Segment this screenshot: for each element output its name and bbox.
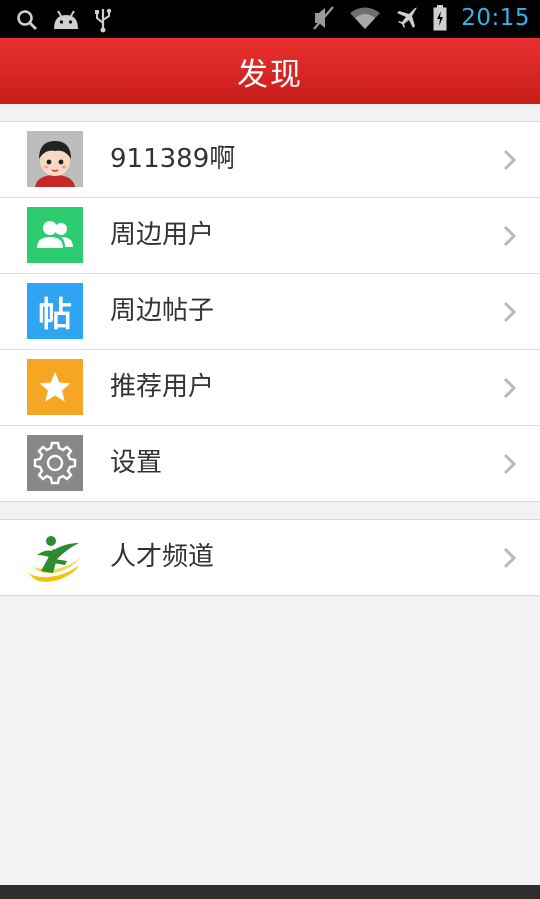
airplane-mode-icon [397, 7, 418, 29]
menu-item-recommended-users[interactable]: 推荐用户 [0, 350, 540, 426]
nearby-posts-icon: 帖 [27, 283, 83, 339]
talent-channel-logo-icon [27, 529, 83, 585]
menu-item-settings[interactable]: 设置 [0, 426, 540, 501]
usb-icon [95, 8, 112, 33]
menu-item-label: 人才频道 [110, 542, 215, 572]
bottom-tab-bar[interactable] [0, 885, 540, 899]
wifi-icon [350, 7, 381, 29]
chevron-right-icon [503, 453, 517, 475]
battery-charging-icon [433, 5, 447, 31]
status-bar: 20:15 [0, 0, 540, 38]
menu-item-label: 周边用户 [110, 220, 215, 250]
chevron-right-icon [503, 377, 517, 399]
nearby-posts-icon-glyph: 帖 [38, 294, 72, 335]
menu-group-extra: 人才频道 [0, 519, 540, 596]
status-time: 20:15 [461, 5, 530, 31]
user-avatar-icon [27, 131, 83, 187]
menu-item-label: 设置 [110, 448, 163, 478]
chevron-right-icon [503, 301, 517, 323]
menu-item-label: 911389啊 [110, 144, 236, 174]
mute-icon [313, 6, 335, 30]
menu-item-nearby-users[interactable]: 周边用户 [0, 198, 540, 274]
page-title: 发现 [237, 56, 303, 93]
android-icon [54, 10, 78, 29]
menu-item-label: 周边帖子 [110, 296, 215, 326]
star-icon [27, 359, 83, 415]
search-icon [17, 10, 37, 30]
menu-item-nearby-posts[interactable]: 帖 周边帖子 [0, 274, 540, 350]
gear-icon [27, 435, 83, 491]
menu-item-profile[interactable]: 911389啊 [0, 122, 540, 198]
title-bar: 发现 [0, 38, 540, 104]
chevron-right-icon [503, 225, 517, 247]
chevron-right-icon [503, 547, 517, 569]
nearby-users-icon [27, 207, 83, 263]
menu-item-label: 推荐用户 [110, 372, 215, 402]
menu-group-main: 911389啊 周边用户 帖 周边帖子 推荐用户 设置 [0, 121, 540, 502]
chevron-right-icon [503, 149, 517, 171]
menu-item-talent-channel[interactable]: 人才频道 [0, 520, 540, 595]
